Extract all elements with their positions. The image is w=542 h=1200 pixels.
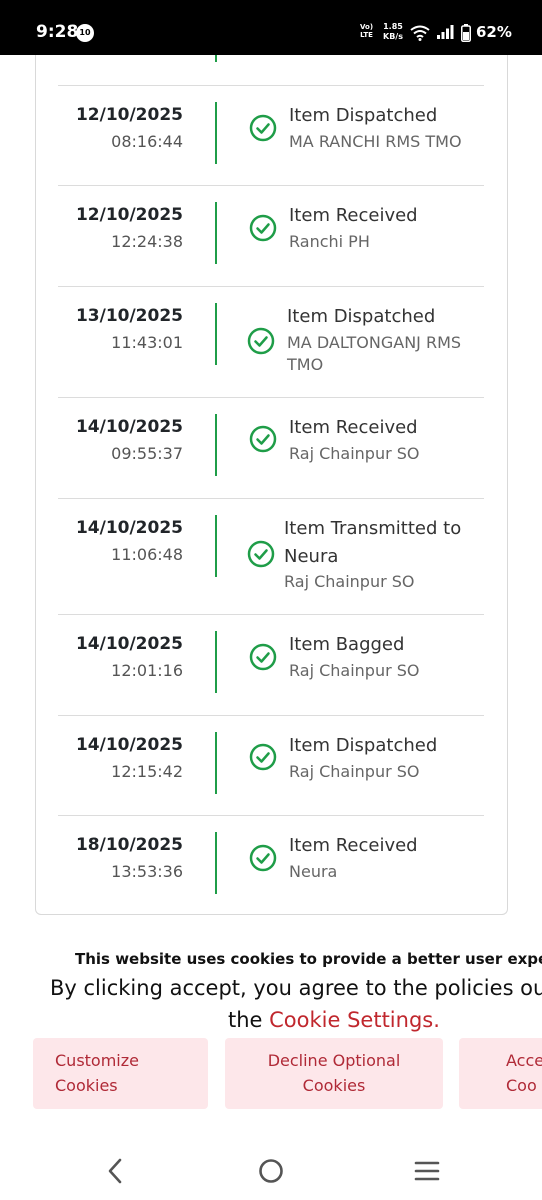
volte-icon: Vo) LTE <box>360 23 374 39</box>
timeline-line <box>215 202 217 264</box>
event-location: Raj Chainpur SO <box>289 762 420 781</box>
timeline-line <box>215 832 217 894</box>
net-speed-unit: KB/s <box>383 32 403 41</box>
timeline-line <box>215 414 217 476</box>
decline-cookies-label-line1: Decline Optional <box>267 1051 401 1070</box>
decline-optional-cookies-button[interactable]: Decline Optional Cookies <box>225 1038 443 1109</box>
signal-icon <box>437 25 454 39</box>
tracking-event-row: 13/10/2025 11:43:01 Item Dispatched MA D… <box>58 286 484 397</box>
screen: 9:28 10 Vo) LTE 1.85 KB/s 62% 12/10/2025… <box>0 0 542 1200</box>
event-date: 14/10/2025 <box>75 735 183 755</box>
check-circle-icon <box>249 114 277 142</box>
event-date: 18/10/2025 <box>75 835 183 855</box>
accept-cookies-label-line1: Acce <box>506 1051 542 1070</box>
timeline-line <box>215 515 217 577</box>
event-time: 11:06:48 <box>111 545 183 564</box>
customize-cookies-button[interactable]: Customize Cookies <box>33 1038 208 1109</box>
battery-percent: 62% <box>476 23 512 41</box>
tracking-event-row: 14/10/2025 09:55:37 Item Received Raj Ch… <box>58 397 484 498</box>
event-date: 14/10/2025 <box>75 634 183 654</box>
home-icon[interactable] <box>256 1156 286 1186</box>
event-time: 12:15:42 <box>111 762 183 781</box>
event-status: Item Dispatched <box>289 735 438 756</box>
check-circle-icon <box>249 643 277 671</box>
event-time: 08:16:44 <box>111 132 183 151</box>
decline-cookies-label-line2: Cookies <box>302 1076 366 1095</box>
event-date: 14/10/2025 <box>75 417 183 437</box>
tracking-event-row: 14/10/2025 11:06:48 Item Transmitted to … <box>58 498 484 614</box>
event-status-line1: Item Transmitted to <box>284 518 462 539</box>
event-time: 09:55:37 <box>111 444 183 463</box>
event-time: 12:24:38 <box>111 232 183 251</box>
cookie-banner-title: This website uses cookies to provide a b… <box>75 950 542 968</box>
tracking-event-row: 18/10/2025 13:53:36 Item Received Neura <box>58 815 484 905</box>
cookie-banner-text-prefix: the <box>228 1008 270 1032</box>
timeline-line <box>215 303 217 365</box>
event-status: Item Dispatched <box>289 105 438 126</box>
event-date: 13/10/2025 <box>75 306 183 326</box>
event-date: 12/10/2025 <box>75 105 183 125</box>
event-location: Neura <box>289 862 338 881</box>
event-location-line2: TMO <box>287 355 324 374</box>
event-location-line1: MA DALTONGANJ RMS <box>287 333 462 352</box>
event-status: Item Received <box>289 835 418 856</box>
event-location: Ranchi PH <box>289 232 370 251</box>
event-status: Item Received <box>289 417 418 438</box>
timeline-line <box>215 631 217 693</box>
cookie-settings-link[interactable]: Cookie Settings. <box>269 1008 440 1032</box>
battery-icon <box>461 24 471 42</box>
tracking-event-row: 14/10/2025 12:15:42 Item Dispatched Raj … <box>58 715 484 815</box>
tracking-event-row: 12/10/2025 08:16:44 Item Dispatched MA R… <box>58 85 484 185</box>
event-location: Raj Chainpur SO <box>289 661 420 680</box>
event-status-line2: Neura <box>284 546 339 567</box>
net-speed-value: 1.85 <box>383 22 403 31</box>
event-status: Item Received <box>289 205 418 226</box>
wifi-icon <box>410 25 430 41</box>
timeline-line-fragment <box>215 55 217 62</box>
event-status: Item Bagged <box>289 634 405 655</box>
event-location: Raj Chainpur SO <box>289 444 420 463</box>
status-time: 9:28 <box>36 22 79 42</box>
timeline-line <box>215 732 217 794</box>
event-time: 13:53:36 <box>111 862 183 881</box>
event-date: 14/10/2025 <box>75 518 183 538</box>
event-time: 12:01:16 <box>111 661 183 680</box>
check-circle-icon <box>247 327 275 355</box>
event-status: Item Dispatched <box>287 306 436 327</box>
event-location: MA RANCHI RMS TMO <box>289 132 462 151</box>
timeline-line <box>215 102 217 164</box>
check-circle-icon <box>249 743 277 771</box>
check-circle-icon <box>249 214 277 242</box>
back-icon[interactable] <box>100 1156 130 1186</box>
accept-cookies-label-line2: Coo <box>506 1076 537 1095</box>
check-circle-icon <box>249 425 277 453</box>
event-time: 11:43:01 <box>111 333 183 352</box>
tracking-event-row: 14/10/2025 12:01:16 Item Bagged Raj Chai… <box>58 614 484 715</box>
navigation-bar <box>0 1140 542 1200</box>
notification-badge-icon: 10 <box>76 24 94 42</box>
check-circle-icon <box>247 540 275 568</box>
accept-cookies-button[interactable]: Acce Coo <box>459 1038 542 1109</box>
cookie-banner-text-line2: the Cookie Settings. <box>228 1008 440 1032</box>
check-circle-icon <box>249 844 277 872</box>
tracking-event-row: 12/10/2025 12:24:38 Item Received Ranchi… <box>58 185 484 286</box>
cookie-banner-text: By clicking accept, you agree to the pol… <box>50 976 542 1000</box>
event-date: 12/10/2025 <box>75 205 183 225</box>
status-bar: 9:28 10 Vo) LTE 1.85 KB/s 62% <box>0 0 542 55</box>
recents-icon[interactable] <box>412 1156 442 1186</box>
event-location: Raj Chainpur SO <box>284 572 415 591</box>
customize-cookies-label-line2: Cookies <box>55 1076 118 1095</box>
net-speed: 1.85 KB/s <box>383 22 403 42</box>
customize-cookies-label-line1: Customize <box>55 1051 139 1070</box>
